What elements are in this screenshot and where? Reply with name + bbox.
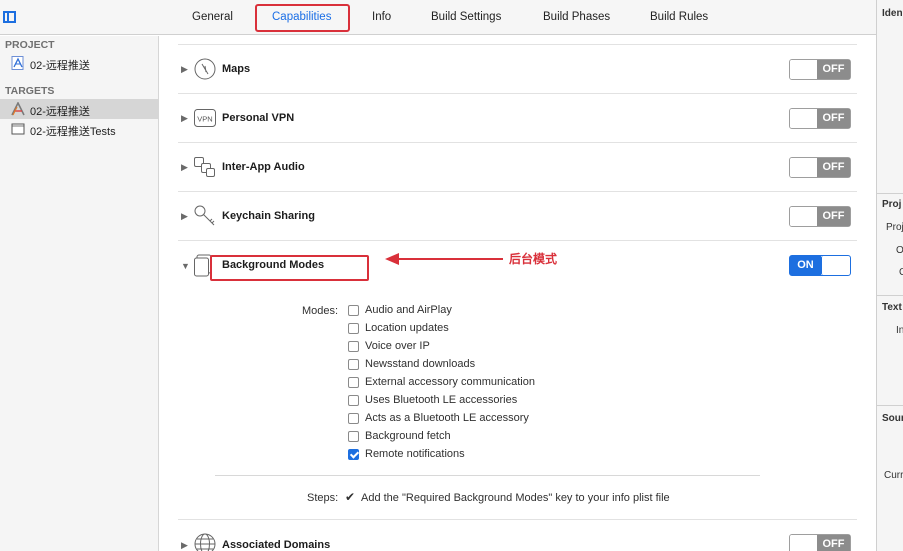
modes-label: Modes: bbox=[302, 305, 339, 317]
checkbox[interactable] bbox=[348, 323, 359, 334]
maps-icon bbox=[194, 58, 216, 80]
disclosure-triangle-icon[interactable]: ▶ bbox=[181, 64, 188, 75]
mode-label: Uses Bluetooth LE accessories bbox=[365, 394, 518, 406]
capability-row-keychain-sharing: ▶ Keychain Sharing OFF bbox=[178, 191, 857, 240]
vpn-icon: VPN bbox=[194, 109, 216, 127]
indent-label: In bbox=[896, 325, 903, 336]
capability-title: Associated Domains bbox=[222, 539, 331, 551]
capability-title: Keychain Sharing bbox=[222, 210, 315, 222]
tab-build-phases[interactable]: Build Phases bbox=[543, 11, 610, 23]
target-item-app[interactable]: 02-远程推送 bbox=[0, 99, 158, 119]
checkbox[interactable] bbox=[348, 377, 359, 388]
checkbox[interactable] bbox=[348, 359, 359, 370]
checkbox[interactable] bbox=[348, 413, 359, 424]
checkbox[interactable] bbox=[348, 395, 359, 406]
mode-label: Newsstand downloads bbox=[365, 358, 476, 370]
toggle-state: OFF bbox=[817, 60, 850, 79]
mode-label: Audio and AirPlay bbox=[365, 304, 452, 316]
project-document-header: Proj bbox=[882, 199, 902, 210]
tab-build-rules[interactable]: Build Rules bbox=[650, 11, 708, 23]
project-navigator: PROJECT 02-远程推送 TARGETS 02-远程推送 02-远程推送T… bbox=[0, 36, 159, 551]
background-modes-toggle[interactable]: ON bbox=[789, 255, 851, 276]
checkbox[interactable] bbox=[348, 341, 359, 352]
checkbox-checked[interactable] bbox=[348, 449, 359, 460]
toggle-state: OFF bbox=[817, 207, 850, 226]
mode-label: Voice over IP bbox=[365, 340, 430, 352]
mode-label: Acts as a Bluetooth LE accessory bbox=[365, 412, 529, 424]
keychain-icon bbox=[194, 205, 215, 226]
app-target-icon bbox=[11, 102, 25, 116]
capability-row-inter-app-audio: ▶ Inter-App Audio OFF bbox=[178, 142, 857, 191]
capability-row-personal-vpn: ▶ VPN Personal VPN OFF bbox=[178, 93, 857, 142]
mode-label: Background fetch bbox=[365, 430, 451, 442]
project-item-label: 02-远程推送 bbox=[30, 60, 90, 72]
utilities-inspector: Iden Proj Proj O C Text In Sour Curr bbox=[876, 0, 903, 551]
disclosure-open-icon[interactable]: ▼ bbox=[181, 261, 190, 271]
source-control-header: Sour bbox=[882, 413, 903, 424]
globe-icon bbox=[194, 533, 216, 551]
text-settings-header: Text bbox=[882, 302, 902, 313]
capability-row-associated-domains: ▶ Associated Domains OFF bbox=[178, 519, 857, 551]
disclosure-triangle-icon[interactable]: ▶ bbox=[181, 211, 188, 222]
current-label: Curr bbox=[884, 470, 903, 481]
inter-app-audio-toggle[interactable]: OFF bbox=[789, 157, 851, 178]
inspector-label: C bbox=[899, 267, 903, 278]
tab-build-settings[interactable]: Build Settings bbox=[431, 11, 501, 23]
capabilities-highlight-box bbox=[255, 4, 350, 32]
capability-title: Inter-App Audio bbox=[222, 161, 305, 173]
tab-general[interactable]: General bbox=[192, 11, 233, 23]
annotation-label: 后台模式 bbox=[509, 252, 558, 266]
steps-label: Steps: bbox=[307, 492, 339, 504]
steps-text: Add the "Required Background Modes" key … bbox=[361, 492, 670, 504]
disclosure-triangle-icon[interactable]: ▶ bbox=[181, 540, 188, 551]
project-file-icon bbox=[11, 56, 24, 70]
divider bbox=[215, 475, 760, 476]
checkbox[interactable] bbox=[348, 431, 359, 442]
capability-row-maps: ▶ Maps OFF bbox=[178, 44, 857, 93]
capabilities-editor: ▶ Maps OFF ▶ VPN Personal VPN OFF ▶ Inte… bbox=[160, 36, 876, 551]
checkbox[interactable] bbox=[348, 305, 359, 316]
toggle-state: ON bbox=[790, 256, 821, 275]
toggle-state: OFF bbox=[817, 109, 850, 128]
disclosure-triangle-icon[interactable]: ▶ bbox=[181, 162, 188, 173]
toggle-state: OFF bbox=[817, 158, 850, 177]
editor-tab-bar: General Capabilities Info Build Settings… bbox=[0, 0, 876, 35]
capability-title: Maps bbox=[222, 63, 251, 75]
maps-toggle[interactable]: OFF bbox=[789, 59, 851, 80]
checkmark-icon: ✔ bbox=[345, 490, 356, 504]
project-section-header: PROJECT bbox=[5, 39, 55, 51]
annotation-arrow-icon bbox=[385, 253, 503, 265]
inspector-label: O bbox=[896, 245, 903, 256]
keychain-sharing-toggle[interactable]: OFF bbox=[789, 206, 851, 227]
toggle-state: OFF bbox=[817, 535, 850, 551]
mode-label: Location updates bbox=[365, 322, 449, 334]
associated-domains-toggle[interactable]: OFF bbox=[789, 534, 851, 551]
capability-title: Personal VPN bbox=[222, 112, 295, 124]
project-item[interactable]: 02-远程推送 bbox=[0, 53, 158, 73]
disclosure-triangle-icon[interactable]: ▶ bbox=[181, 113, 188, 124]
targets-section-header: TARGETS bbox=[5, 85, 55, 97]
test-bundle-icon bbox=[11, 123, 25, 135]
tab-info[interactable]: Info bbox=[372, 11, 391, 23]
inter-app-audio-icon bbox=[194, 157, 215, 177]
target-item-label: 02-远程推送 bbox=[30, 106, 90, 118]
mode-label: Remote notifications bbox=[365, 448, 465, 460]
background-modes-highlight-box bbox=[210, 255, 369, 281]
identity-header: Iden bbox=[882, 8, 903, 19]
vpn-icon-text: VPN bbox=[197, 115, 212, 124]
project-format-label: Proj bbox=[886, 222, 903, 233]
navigator-toggle-icon[interactable] bbox=[3, 11, 16, 23]
target-item-label: 02-远程推送Tests bbox=[30, 126, 116, 138]
target-item-tests[interactable]: 02-远程推送Tests bbox=[0, 119, 158, 139]
personal-vpn-toggle[interactable]: OFF bbox=[789, 108, 851, 129]
mode-label: External accessory communication bbox=[365, 376, 535, 388]
